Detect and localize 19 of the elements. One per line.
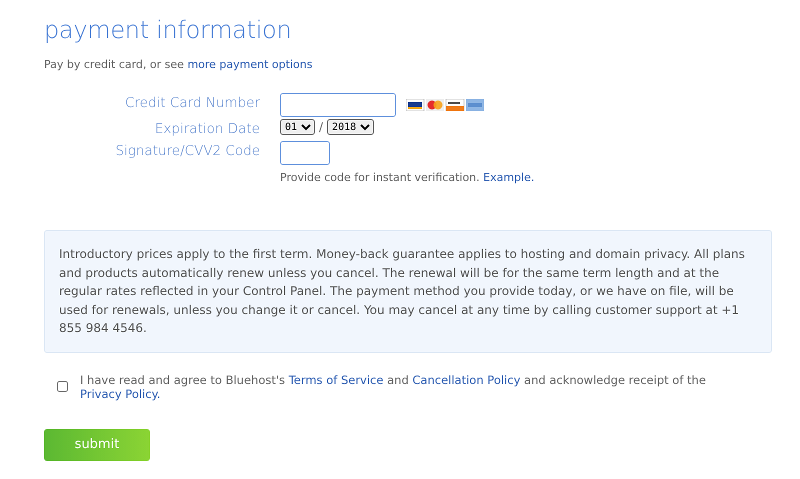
notice-panel: Introductory prices apply to the first term. Money-back guarantee applies to hosting and domain privacy. All plans and products automatically renew unless you cancel. The renewal will be for the same term length and at the regular rates reflected in your Control Panel. The payment method you provide today, or we have on file, will be used for renewals, unless you change it or cancel. You may cancel at any time by calling customer support at +1 855 984 4546. <box>44 230 772 352</box>
policy-link[interactable]: Terms of Service <box>288 372 384 386</box>
page-title: payment information <box>44 16 292 44</box>
policy-link[interactable]: Privacy Policy. <box>80 386 160 400</box>
field-label: Expiration Date <box>154 120 260 139</box>
example-link[interactable]: Example. <box>483 171 534 184</box>
date-separator: / <box>319 120 324 134</box>
help-text: Provide code for instant verification. Example. <box>280 171 536 184</box>
cvv-field[interactable] <box>280 141 330 165</box>
agreement-text: I have read and agree to Bluehost's Terms of Service and Cancellation Policy and acknowledge receipt of the Privacy Policy. <box>80 372 707 400</box>
month-select[interactable]: 01 <box>280 119 315 135</box>
card-number-field[interactable] <box>280 93 396 117</box>
policy-link[interactable]: Cancellation Policy <box>412 372 520 386</box>
field-label: Signature/CVV2 Code <box>114 142 260 161</box>
agree-checkbox[interactable] <box>57 381 68 392</box>
intro-text: Pay by credit card, or see more payment options <box>44 58 314 71</box>
field-label: Credit Card Number <box>124 94 260 113</box>
year-select[interactable]: 2018 <box>327 119 374 135</box>
payment-options-link[interactable]: more payment options <box>187 58 312 71</box>
